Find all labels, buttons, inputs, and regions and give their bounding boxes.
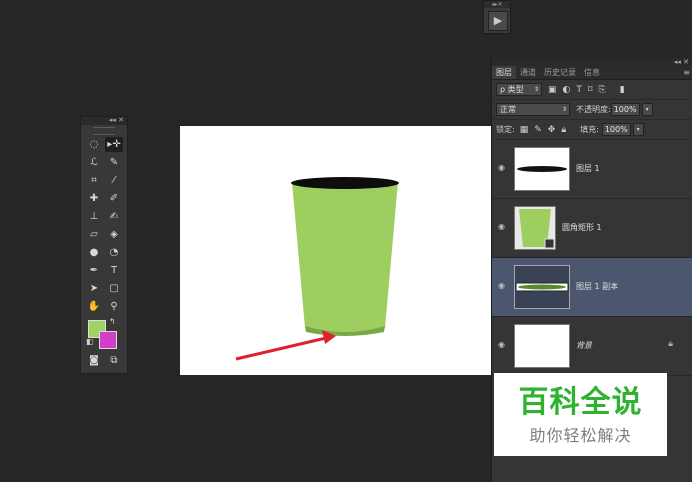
layer-row[interactable]: ◉ 图层 1: [492, 140, 692, 199]
move-tool-icon[interactable]: ▸✛: [105, 137, 123, 152]
filter-toggle-icon[interactable]: ▮: [620, 85, 625, 95]
pen-tool-icon[interactable]: ✒: [85, 263, 103, 278]
lock-all-icon[interactable]: 🔒︎: [561, 125, 566, 135]
chevron-down-icon: ⇕: [533, 86, 539, 93]
layer-name[interactable]: 图层 1: [576, 163, 600, 174]
crop-tool-icon[interactable]: ⌗: [85, 173, 103, 188]
healing-brush-tool-icon[interactable]: ✚: [85, 191, 103, 206]
lasso-tool-icon[interactable]: ℒ: [85, 155, 103, 170]
panel-menu-icon[interactable]: ≡: [683, 66, 690, 79]
watermark-title: 百科全说: [518, 385, 643, 420]
opacity-input[interactable]: 100%: [610, 103, 640, 116]
quick-select-tool-icon[interactable]: ✎: [105, 155, 123, 170]
filter-shape-icon[interactable]: ⌑: [588, 85, 593, 95]
dodge-tool-icon[interactable]: ◔: [105, 245, 123, 260]
red-arrow-shaft: [235, 336, 327, 361]
tab-layers[interactable]: 图层: [492, 66, 516, 79]
lock-icon: 🔒︎: [668, 339, 673, 349]
shape-tool-icon[interactable]: ▢: [105, 281, 123, 296]
brush-tool-icon[interactable]: ✐: [105, 191, 123, 206]
lock-pixels-icon[interactable]: ✎: [534, 125, 542, 135]
filter-pixel-icon[interactable]: ▣: [548, 85, 557, 95]
layer-row-selected[interactable]: ◉ 图层 1 副本: [492, 258, 692, 317]
watermark-subtitle: 助你轻松解决: [529, 426, 632, 445]
quick-mask-icon[interactable]: ◙: [85, 353, 103, 368]
blend-mode-select[interactable]: 正常 ⇕: [496, 103, 570, 116]
default-colors-icon[interactable]: ◧: [86, 337, 94, 346]
zoom-tool-icon[interactable]: ⚲: [105, 299, 123, 314]
background-color-swatch[interactable]: [99, 331, 117, 349]
lock-label: 锁定:: [496, 125, 515, 134]
eye-icon[interactable]: ◉: [498, 282, 507, 290]
layer-thumb-art: [519, 209, 555, 249]
tab-channels[interactable]: 通道: [516, 66, 540, 79]
eye-icon[interactable]: ◉: [498, 223, 507, 231]
blend-row: 正常 ⇕ 不透明度: 100% ▾: [492, 100, 692, 120]
watermark-logo: 百科全说 助你轻松解决: [494, 373, 667, 456]
cup-body: [292, 182, 398, 332]
play-button[interactable]: ▶: [488, 11, 508, 31]
blend-mode-value: 正常: [500, 105, 516, 114]
hand-tool-icon[interactable]: ✋: [85, 299, 103, 314]
screen-mode-icon[interactable]: ⧉: [105, 353, 123, 368]
layer-name[interactable]: 图层 1 副本: [576, 281, 618, 292]
eye-icon[interactable]: ◉: [498, 341, 507, 349]
filter-row: ρ 类型 ⇕ ▣ ◐ T ⌑ ⎘ ▮: [492, 80, 692, 100]
actions-mini-panel: ▸▸ ✕ ▶: [483, 0, 511, 34]
opacity-label: 不透明度:: [576, 105, 611, 114]
tools-panel-controls[interactable]: ◂◂ ✕: [109, 116, 124, 124]
layers-panel-tabs: 图层 通道 历史记录 信息 ≡: [492, 66, 692, 80]
canvas-artwork: [235, 177, 399, 361]
clone-stamp-tool-icon[interactable]: ⊥: [85, 209, 103, 224]
filter-type-icon[interactable]: T: [576, 85, 582, 95]
lock-row: 锁定: ▦ ✎ ✥ 🔒︎ 填充: 100% ▾: [492, 120, 692, 140]
layer-thumb-art: [515, 282, 569, 292]
eye-icon[interactable]: ◉: [498, 164, 507, 172]
mini-panel-header[interactable]: ▸▸ ✕: [484, 1, 510, 8]
layers-panel-header[interactable]: ◂◂ ✕: [492, 58, 692, 66]
fill-slider-button[interactable]: ▾: [632, 123, 644, 136]
paint-bucket-tool-icon[interactable]: ◈: [105, 227, 123, 242]
filter-adjustment-icon[interactable]: ◐: [563, 85, 571, 95]
tools-panel-grip[interactable]: [93, 127, 115, 135]
layer-thumbnail: [514, 324, 570, 368]
layer-row[interactable]: ◉ 圆角矩形 1: [492, 199, 692, 258]
tools-panel: ◂◂ ✕ ◌ ▸✛ ℒ ✎ ⌗ ⁄ ✚ ✐ ⊥ ✍ ▱ ◈ ● ◔ ✒ T ➤ ▢ ✋ ⚲ ◙ ⧉ ↰ ◧: [80, 116, 128, 374]
tab-info[interactable]: 信息: [580, 66, 604, 79]
type-tool-icon[interactable]: T: [105, 263, 123, 278]
layer-row[interactable]: ◉ 背景 🔒︎: [492, 317, 692, 376]
tools-panel-header[interactable]: ◂◂ ✕: [81, 116, 127, 125]
fill-input[interactable]: 100%: [601, 123, 631, 136]
layer-name[interactable]: 圆角矩形 1: [562, 222, 602, 233]
filter-kind-select[interactable]: ρ 类型 ⇕: [496, 83, 542, 96]
layer-thumb-art: [517, 166, 567, 172]
blur-tool-icon[interactable]: ●: [85, 245, 103, 260]
filter-smart-object-icon[interactable]: ⎘: [599, 85, 606, 95]
layer-thumbnail: [514, 147, 570, 191]
layer-thumbnail: [514, 265, 570, 309]
marquee-tool-icon[interactable]: ◌: [85, 137, 103, 152]
tab-history[interactable]: 历史记录: [540, 66, 580, 79]
fill-label: 填充:: [580, 125, 599, 134]
cup-rim: [291, 177, 399, 189]
filter-kind-value: ρ 类型: [500, 85, 524, 94]
swap-colors-icon[interactable]: ↰: [109, 317, 116, 326]
path-select-tool-icon[interactable]: ➤: [85, 281, 103, 296]
history-brush-tool-icon[interactable]: ✍: [105, 209, 123, 224]
opacity-slider-button[interactable]: ▾: [641, 103, 653, 116]
eyedropper-tool-icon[interactable]: ⁄: [105, 173, 123, 188]
layer-thumbnail: [514, 206, 556, 250]
chevron-down-icon: ⇕: [561, 106, 567, 113]
eraser-tool-icon[interactable]: ▱: [85, 227, 103, 242]
lock-position-icon[interactable]: ✥: [548, 125, 556, 135]
document-canvas[interactable]: [180, 126, 491, 375]
layer-name[interactable]: 背景: [576, 340, 592, 351]
lock-transparent-icon[interactable]: ▦: [520, 125, 529, 135]
